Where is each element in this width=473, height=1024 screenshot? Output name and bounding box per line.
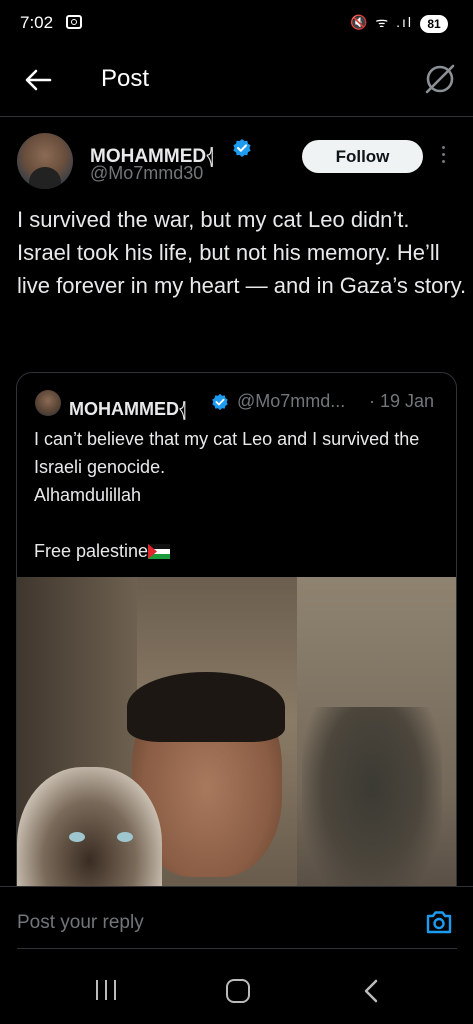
quoted-text-free-palestine: Free palestine: [34, 541, 149, 561]
nav-back-icon[interactable]: [360, 978, 382, 1004]
quoted-author-handle: @Mo7mmd...: [237, 391, 346, 411]
follow-button[interactable]: Follow: [302, 140, 423, 173]
reply-input[interactable]: Post your reply: [17, 912, 144, 934]
post-text-line: Israel took his life, but not his memory…: [17, 240, 467, 298]
post-text: I survived the war, but my cat Leo didn’…: [17, 203, 467, 302]
verified-badge-icon: [212, 393, 228, 411]
author-handle[interactable]: @Mo7mmd30: [90, 163, 203, 184]
status-time: 7:02: [20, 13, 54, 32]
quoted-post[interactable]: MOHAMMED𓂆 @Mo7mmd... · 19 Jan I can’t be…: [16, 372, 457, 932]
post-text-line: I survived the war, but my cat Leo didn’…: [17, 207, 410, 232]
page-title: Post: [101, 65, 150, 92]
quoted-text-line: Free palestine: [34, 537, 449, 565]
arrow-left-icon[interactable]: [22, 64, 54, 96]
home-icon[interactable]: [226, 979, 250, 1003]
battery-indicator: 81: [420, 15, 448, 33]
quoted-date: · 19 Jan: [369, 391, 435, 411]
post-header: Post: [0, 50, 473, 110]
avatar[interactable]: [17, 133, 73, 189]
header-divider: [0, 116, 473, 117]
quoted-avatar: [35, 390, 61, 416]
camera-icon[interactable]: [424, 907, 454, 937]
quoted-author-name: MOHAMMED𓂆: [69, 399, 186, 419]
quoted-text-line: Alhamdulillah: [34, 485, 142, 505]
quoted-text-line: [34, 509, 449, 537]
quoted-text: I can’t believe that my cat Leo and I su…: [34, 425, 449, 565]
quoted-photo[interactable]: [17, 577, 456, 931]
palestine-flag-icon: [148, 544, 171, 559]
grok-icon[interactable]: [423, 62, 457, 96]
reply-bar: Post your reply: [0, 887, 473, 957]
quoted-text-line: I can’t believe that my cat Leo and I su…: [34, 429, 420, 477]
system-nav-bar: [0, 960, 473, 1024]
reply-underline: [17, 948, 457, 949]
verified-badge-icon: [233, 139, 251, 157]
recents-icon[interactable]: [96, 980, 118, 1002]
more-options-icon[interactable]: [440, 146, 446, 168]
signal-icons: 🔇 ᯤ .ıl: [350, 14, 413, 30]
status-bar: 7:02 🔇 ᯤ .ıl 81: [0, 0, 473, 48]
screen-record-icon: [66, 15, 82, 29]
